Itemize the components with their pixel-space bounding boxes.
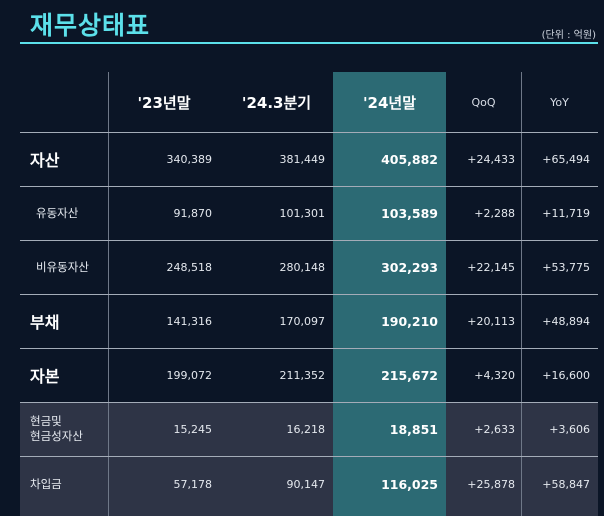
table-row: 현금및 현금성자산 15,245 16,218 18,851 +2,633 +3…: [20, 402, 598, 456]
value-2024-q3: 280,148: [279, 260, 326, 274]
row-label-line2: 현금성자산: [30, 429, 83, 443]
header-qoq: QoQ: [471, 95, 496, 109]
value-2023: 91,870: [173, 206, 213, 220]
value-qoq: +2,288: [474, 206, 515, 220]
table-row: 자본 199,072 211,352 215,672 +4,320 +16,60…: [20, 348, 598, 402]
value-qoq: +25,878: [467, 477, 515, 491]
row-label: 유동자산: [36, 206, 79, 220]
value-qoq: +2,633: [474, 422, 515, 436]
value-2024-q3: 381,449: [279, 152, 326, 166]
table-row: 비유동자산 248,518 280,148 302,293 +22,145 +5…: [20, 240, 598, 294]
table-row: 유동자산 91,870 101,301 103,589 +2,288 +11,7…: [20, 186, 598, 240]
value-2024: 18,851: [389, 421, 438, 437]
value-yoy: +3,606: [549, 422, 590, 436]
value-2024-q3: 170,097: [279, 314, 326, 328]
title-underline: [20, 42, 598, 44]
value-2023: 248,518: [166, 260, 213, 274]
value-2023: 15,245: [173, 422, 213, 436]
value-yoy: +58,847: [542, 477, 590, 491]
row-label: 현금및 현금성자산: [20, 402, 108, 456]
header-2024-q3: '24.3분기: [241, 93, 312, 112]
table-row: 부채 141,316 170,097 190,210 +20,113 +48,8…: [20, 294, 598, 348]
table-row: 자산 340,389 381,449 405,882 +24,433 +65,4…: [20, 132, 598, 186]
value-2024: 405,882: [381, 151, 438, 167]
value-2023: 141,316: [166, 314, 213, 328]
value-2024: 190,210: [381, 313, 438, 329]
value-yoy: +11,719: [542, 206, 590, 220]
value-2024: 302,293: [381, 259, 438, 275]
value-2023: 340,389: [166, 152, 213, 166]
value-2023: 57,178: [173, 477, 213, 491]
table-row: 차입금 57,178 90,147 116,025 +25,878 +58,84…: [20, 456, 598, 512]
value-2024: 215,672: [381, 367, 438, 383]
value-2024-q3: 90,147: [286, 477, 326, 491]
value-qoq: +4,320: [474, 368, 515, 382]
value-qoq: +20,113: [467, 314, 515, 328]
header-2024-end: '24년말: [362, 93, 417, 112]
value-yoy: +48,894: [542, 314, 590, 328]
value-2024-q3: 16,218: [286, 422, 326, 436]
row-label-line1: 현금및: [30, 414, 62, 428]
row-label: 차입금: [30, 476, 62, 491]
row-label: 비유동자산: [36, 260, 89, 274]
value-2023: 199,072: [166, 368, 213, 382]
value-qoq: +24,433: [467, 152, 515, 166]
value-2024: 116,025: [381, 476, 438, 492]
value-yoy: +16,600: [542, 368, 590, 382]
header-2023-end: '23년말: [137, 93, 191, 112]
row-label: 자본: [30, 367, 60, 386]
unit-label: (단위 : 억원): [541, 30, 596, 41]
page-title: 재무상태표: [30, 11, 151, 40]
value-2024-q3: 211,352: [279, 368, 326, 382]
value-yoy: +65,494: [542, 152, 590, 166]
value-2024-q3: 101,301: [279, 206, 326, 220]
header-cell-blank: [20, 72, 108, 132]
value-2024: 103,589: [381, 205, 438, 221]
row-label: 자산: [30, 151, 60, 170]
value-qoq: +22,145: [467, 260, 515, 274]
header-yoy: YoY: [550, 95, 569, 109]
value-yoy: +53,775: [542, 260, 590, 274]
table-header: '23년말 '24.3분기 '24년말 QoQ YoY: [20, 72, 598, 132]
row-label: 부채: [30, 313, 60, 332]
